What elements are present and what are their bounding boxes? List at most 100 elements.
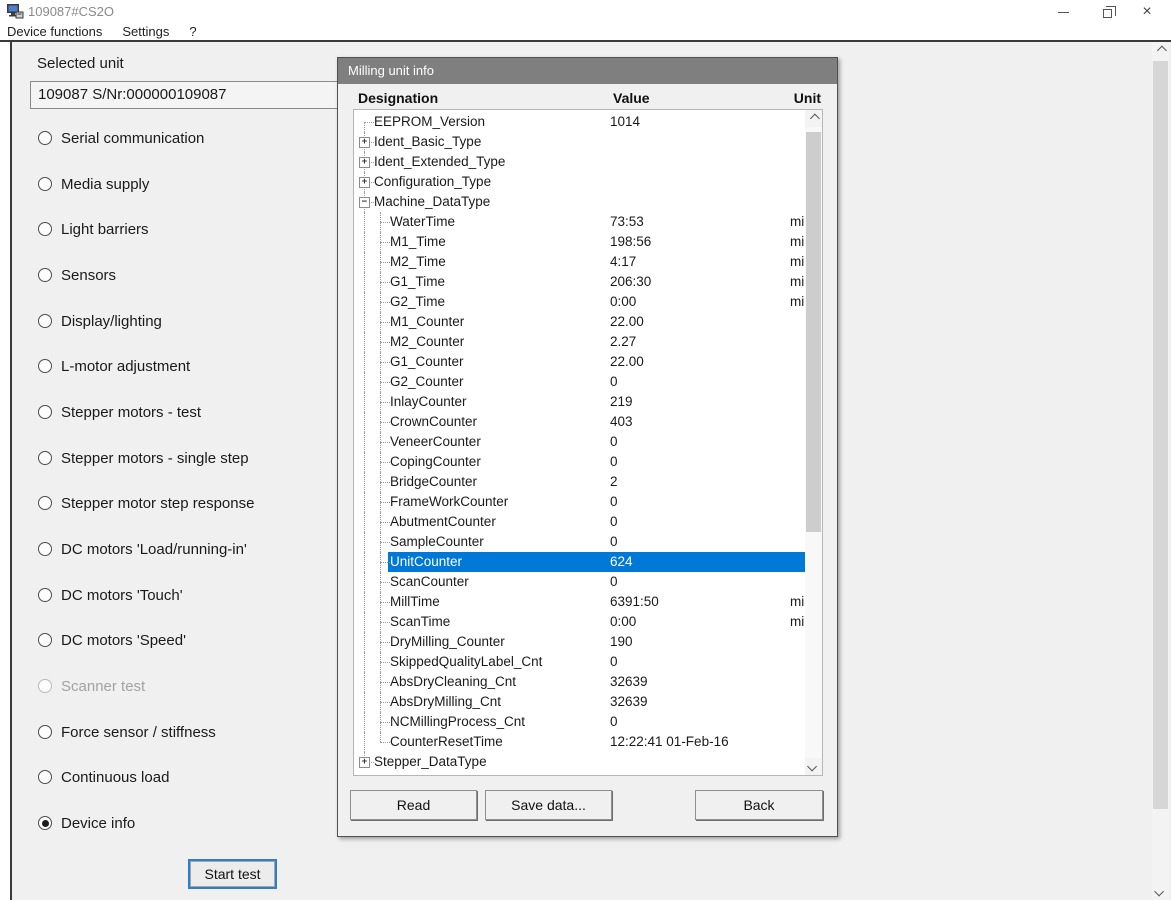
radio-icon[interactable] (38, 131, 52, 145)
row-value: 0 (610, 494, 618, 509)
tree-row-M2_Counter[interactable]: M2_Counter 2.27 (354, 332, 805, 352)
scroll-up-icon[interactable] (805, 110, 822, 127)
radio-icon[interactable] (38, 405, 52, 419)
radio-icon[interactable] (38, 222, 52, 236)
row-designation: Configuration_Type (374, 174, 492, 189)
tree-row-G2_Counter[interactable]: G2_Counter 0 (354, 372, 805, 392)
selected-unit-field[interactable]: 109087 S/Nr:000000109087 (30, 81, 352, 109)
tree-row-AbsDryMilling_Cnt[interactable]: AbsDryMilling_Cnt 32639 (354, 692, 805, 712)
expand-icon[interactable]: + (359, 157, 370, 168)
tree-row-WaterTime[interactable]: WaterTime 73:53 mi (354, 212, 805, 232)
tree-row-MillTime[interactable]: MillTime 6391:50 mi (354, 592, 805, 612)
tree-row-SampleCounter[interactable]: SampleCounter 0 (354, 532, 805, 552)
expand-icon[interactable]: + (359, 757, 370, 768)
tree-row-G1_Counter[interactable]: G1_Counter 22.00 (354, 352, 805, 372)
back-button[interactable]: Back (695, 790, 823, 820)
tree-row-UnitCounter[interactable]: UnitCounter 624 (354, 552, 805, 572)
tree-row-DryMilling_Counter[interactable]: DryMilling_Counter 190 (354, 632, 805, 652)
tree-row-BridgeCounter[interactable]: BridgeCounter 2 (354, 472, 805, 492)
tree-row-CrownCounter[interactable]: CrownCounter 403 (354, 412, 805, 432)
tree-scrollbar[interactable] (805, 110, 822, 775)
radio-icon[interactable] (38, 588, 52, 602)
radio-icon[interactable] (38, 177, 52, 191)
option-label: Scanner test (61, 677, 146, 695)
radio-icon[interactable] (38, 268, 52, 282)
option-stepper-motors-single-step[interactable]: Stepper motors - single step (38, 449, 249, 467)
expand-icon[interactable]: + (359, 177, 370, 188)
restore-button[interactable] (1090, 0, 1124, 24)
start-test-button[interactable]: Start test (188, 859, 277, 889)
radio-icon[interactable] (38, 451, 52, 465)
option-light-barriers[interactable]: Light barriers (38, 220, 149, 238)
tree-row-M1_Time[interactable]: M1_Time 198:56 mi (354, 232, 805, 252)
option-display-lighting[interactable]: Display/lighting (38, 312, 162, 330)
tree-row-ScanCounter[interactable]: ScanCounter 0 (354, 572, 805, 592)
tree-line (380, 402, 390, 403)
row-value: 0 (610, 574, 618, 589)
tree-row-M2_Time[interactable]: M2_Time 4:17 mi (354, 252, 805, 272)
radio-icon[interactable] (38, 725, 52, 739)
tree-row-G1_Time[interactable]: G1_Time 206:30 mi (354, 272, 805, 292)
menu-settings[interactable]: Settings (112, 24, 179, 39)
radio-icon[interactable] (38, 359, 52, 373)
option-dc-motors-speed[interactable]: DC motors 'Speed' (38, 631, 186, 649)
option-dc-motors-load-running-in[interactable]: DC motors 'Load/running-in' (38, 540, 247, 558)
menu-help[interactable]: ? (179, 24, 206, 39)
option-dc-motors-touch[interactable]: DC motors 'Touch' (38, 586, 183, 604)
radio-icon[interactable] (38, 542, 52, 556)
tree-row-Ident_Extended_Type[interactable]: + Ident_Extended_Type (354, 152, 805, 172)
tree-row-AbutmentCounter[interactable]: AbutmentCounter 0 (354, 512, 805, 532)
tree-row-AbsDryCleaning_Cnt[interactable]: AbsDryCleaning_Cnt 32639 (354, 672, 805, 692)
radio-icon[interactable] (38, 496, 52, 510)
row-value: 22.00 (610, 314, 644, 329)
row-value: 0:00 (610, 294, 637, 309)
expand-icon[interactable]: + (359, 137, 370, 148)
tree-row-G2_Time[interactable]: G2_Time 0:00 mi (354, 292, 805, 312)
tree-row-M1_Counter[interactable]: M1_Counter 22.00 (354, 312, 805, 332)
option-force-sensor-stiffness[interactable]: Force sensor / stiffness (38, 723, 216, 741)
tree-row-VeneerCounter[interactable]: VeneerCounter 0 (354, 432, 805, 452)
row-value: 32639 (610, 694, 648, 709)
tree-row-EEPROM_Version[interactable]: EEPROM_Version 1014 (354, 112, 805, 132)
menu-device-functions[interactable]: Device functions (0, 24, 112, 39)
collapse-icon[interactable]: − (359, 197, 370, 208)
tree-row-NCMillingProcess_Cnt[interactable]: NCMillingProcess_Cnt 0 (354, 712, 805, 732)
row-designation: EEPROM_Version (374, 114, 486, 129)
option-media-supply[interactable]: Media supply (38, 175, 149, 193)
option-serial-communication[interactable]: Serial communication (38, 129, 204, 147)
tree-row-SkippedQualityLabel_Cnt[interactable]: SkippedQualityLabel_Cnt 0 (354, 652, 805, 672)
tree-scrollbar-thumb[interactable] (806, 132, 821, 532)
read-button[interactable]: Read (350, 790, 477, 820)
radio-icon[interactable] (38, 770, 52, 784)
tree-row-Stepper_DataType[interactable]: + Stepper_DataType (354, 752, 805, 772)
tree-row-Machine_DataType[interactable]: − Machine_DataType (354, 192, 805, 212)
option-sensors[interactable]: Sensors (38, 266, 116, 284)
option-stepper-motors-test[interactable]: Stepper motors - test (38, 403, 201, 421)
minimize-button[interactable] (1046, 0, 1080, 24)
scroll-up-icon[interactable] (1152, 42, 1169, 59)
scroll-down-icon[interactable] (1152, 883, 1169, 900)
main-scrollbar[interactable] (1152, 42, 1169, 900)
tree-row-Ident_Basic_Type[interactable]: + Ident_Basic_Type (354, 132, 805, 152)
tree-row-FrameWorkCounter[interactable]: FrameWorkCounter 0 (354, 492, 805, 512)
tree-row-CounterResetTime[interactable]: CounterResetTime 12:22:41 01-Feb-16 (354, 732, 805, 752)
option-stepper-motor-step-response[interactable]: Stepper motor step response (38, 494, 254, 512)
tree-row-InlayCounter[interactable]: InlayCounter 219 (354, 392, 805, 412)
row-designation: Ident_Extended_Type (374, 154, 506, 169)
tree-row-Configuration_Type[interactable]: + Configuration_Type (354, 172, 805, 192)
save-data-button[interactable]: Save data... (485, 790, 612, 820)
tree-row-CopingCounter[interactable]: CopingCounter 0 (354, 452, 805, 472)
row-designation: CopingCounter (390, 454, 481, 469)
radio-icon[interactable] (38, 816, 52, 830)
scroll-down-icon[interactable] (805, 758, 822, 775)
row-designation: Ident_Basic_Type (374, 134, 482, 149)
radio-icon[interactable] (38, 633, 52, 647)
tree-row-ScanTime[interactable]: ScanTime 0:00 mi (354, 612, 805, 632)
option-device-info[interactable]: Device info (38, 814, 135, 832)
main-scrollbar-thumb[interactable] (1153, 61, 1168, 809)
row-designation: WaterTime (390, 214, 456, 229)
option-continuous-load[interactable]: Continuous load (38, 768, 169, 786)
option-l-motor-adjustment[interactable]: L-motor adjustment (38, 357, 190, 375)
close-button[interactable]: × (1130, 0, 1164, 24)
radio-icon[interactable] (38, 314, 52, 328)
